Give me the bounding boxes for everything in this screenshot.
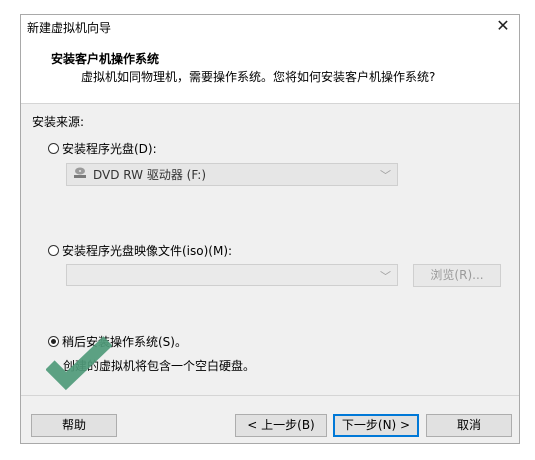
cancel-button[interactable]: 取消 — [426, 414, 512, 437]
back-button[interactable]: < 上一步(B) — [235, 414, 327, 437]
disc-drive-icon — [73, 167, 87, 182]
radio-installer-disc[interactable]: 安装程序光盘(D): — [48, 140, 157, 157]
browse-button[interactable]: 浏览(R)... — [413, 264, 501, 287]
radio-iso-image-label: 安装程序光盘映像文件(iso)(M): — [62, 244, 233, 258]
radio-button[interactable] — [48, 143, 59, 154]
page-subtitle: 虚拟机如同物理机，需要操作系统。您将如何安装客户机操作系统? — [81, 70, 436, 84]
new-vm-wizard-dialog: 新建虚拟机向导 ✕ 安装客户机操作系统 虚拟机如同物理机，需要操作系统。您将如何… — [20, 14, 520, 444]
window-title: 新建虚拟机向导 — [27, 21, 112, 35]
close-icon[interactable]: ✕ — [493, 16, 513, 36]
wizard-header: 安装客户机操作系统 虚拟机如同物理机，需要操作系统。您将如何安装客户机操作系统? — [21, 37, 519, 104]
checkmark-icon — [45, 335, 113, 396]
drive-select-value: DVD RW 驱动器 (F:) — [93, 168, 207, 182]
chevron-down-icon: ﹀ — [380, 169, 391, 182]
drive-select[interactable]: DVD RW 驱动器 (F:) ﹀ — [66, 163, 398, 186]
title-bar: 新建虚拟机向导 ✕ — [21, 15, 519, 37]
iso-path-input[interactable]: ﹀ — [66, 264, 398, 286]
radio-installer-disc-label: 安装程序光盘(D): — [62, 142, 157, 156]
page-title: 安装客户机操作系统 — [51, 52, 160, 66]
install-source-label: 安装来源: — [32, 115, 85, 129]
next-button[interactable]: 下一步(N) > — [333, 414, 419, 437]
help-button[interactable]: 帮助 — [31, 414, 117, 437]
radio-button[interactable] — [48, 245, 59, 256]
chevron-down-icon: ﹀ — [380, 270, 391, 283]
radio-iso-image[interactable]: 安装程序光盘映像文件(iso)(M): — [48, 242, 232, 259]
